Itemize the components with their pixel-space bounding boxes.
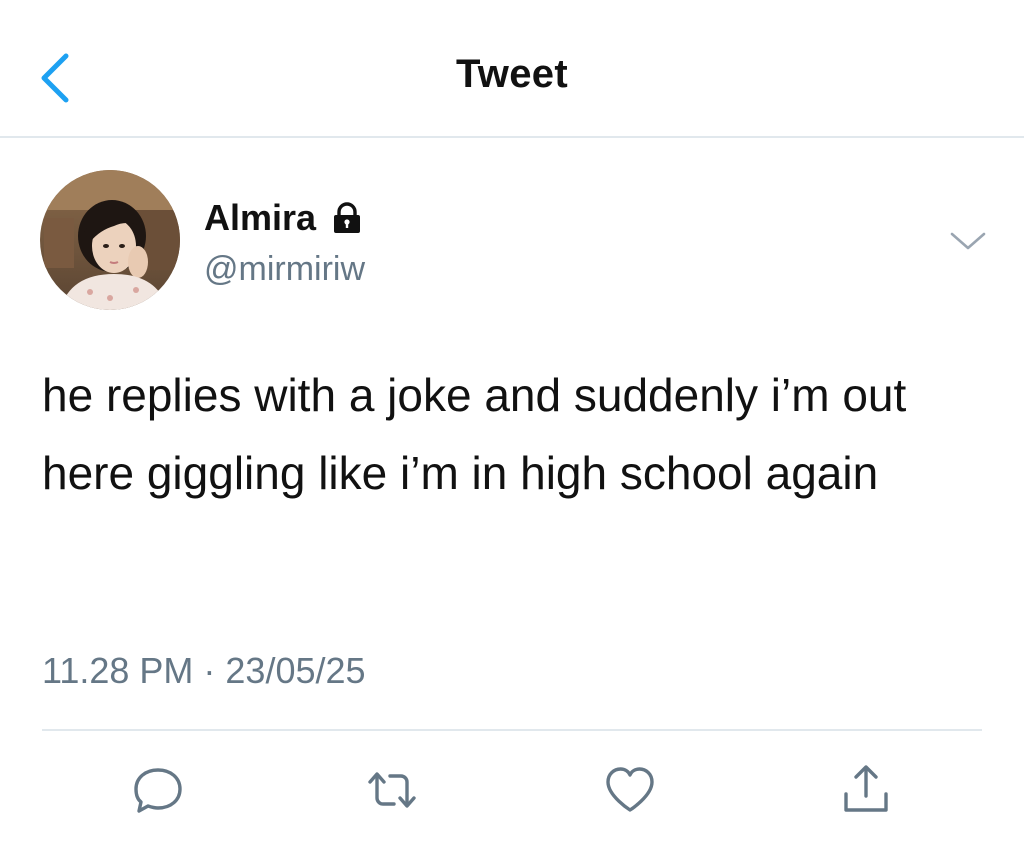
avatar[interactable]	[40, 170, 180, 310]
share-button[interactable]	[838, 762, 894, 818]
heart-icon	[606, 767, 654, 812]
author-name-row: Almira	[204, 196, 364, 240]
reply-button[interactable]	[130, 762, 186, 818]
divider	[42, 729, 982, 731]
chevron-down-icon	[950, 232, 986, 250]
author-display-name[interactable]: Almira	[204, 197, 316, 239]
more-options-button[interactable]	[948, 226, 988, 256]
retweet-button[interactable]	[364, 762, 420, 818]
tweet-text: he replies with a joke and suddenly i’m …	[42, 369, 907, 499]
comment-icon	[134, 768, 182, 813]
share-icon	[844, 765, 888, 812]
retweet-icon	[368, 772, 416, 808]
like-button[interactable]	[602, 762, 658, 818]
page-title: Tweet	[456, 52, 568, 96]
tweet-timestamp: 11.28 PM · 23/05/25	[42, 650, 366, 691]
top-navigation-bar: Tweet	[0, 0, 1024, 138]
tweet-detail-page: Tweet Almira @mirmiriw he replies with a…	[0, 0, 1024, 850]
lock-icon	[330, 201, 364, 235]
avatar-photo	[40, 170, 180, 310]
author-handle[interactable]: @mirmiriw	[204, 250, 365, 289]
